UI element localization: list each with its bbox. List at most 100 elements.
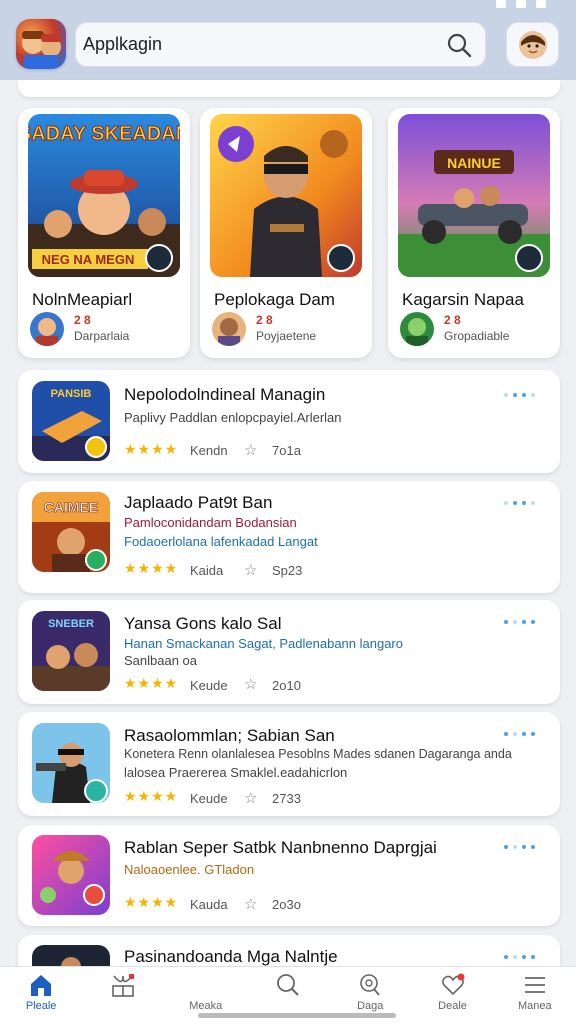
star-outline-icon[interactable]: ☆ [244, 561, 257, 579]
featured-image: SADAY SKEADAN NEG NA MEGN [28, 114, 180, 277]
banner-text: NAINUE [447, 155, 501, 171]
item-title: Nepolodolndineal Managin [124, 385, 326, 404]
item-title: Japlaado Pat9t Ban [124, 493, 273, 512]
item-description: Paplivy Paddlan enlopcpayiel.Arlerlan [124, 410, 342, 425]
thumb-label: PANSIB [51, 388, 92, 400]
item-description: Fodaoerlolana lafenkadad Langat [124, 534, 318, 549]
item-thumbnail: CAIMEE [32, 492, 110, 572]
item-thumbnail: PANSIB [32, 381, 110, 461]
rating-stars: ★★★★ [124, 560, 179, 576]
star-outline-icon[interactable]: ☆ [244, 895, 257, 913]
item-count: Sp23 [272, 563, 303, 578]
item-description: Pamloconidandam Bodansian [124, 515, 297, 530]
featured-category: Gropadiable [444, 329, 510, 343]
more-options-icon[interactable] [504, 842, 544, 852]
list-item[interactable]: CAIMEE Japlaado Pat9t Ban Pamloconidanda… [18, 481, 560, 593]
nav-home[interactable]: Pleale [0, 967, 82, 1024]
featured-title: Kagarsin Napaa [402, 290, 524, 309]
rating-stars: ★★★★ [124, 788, 179, 804]
list-item[interactable]: Rablan Seper Satbk Nanbnenno Daprgjai Na… [18, 825, 560, 926]
nav-label: Meaka [189, 1000, 223, 1012]
avatar [518, 30, 547, 59]
featured-card[interactable]: SADAY SKEADAN NEG NA MEGN NolnMeapiarl 2… [18, 108, 190, 358]
nav-deale[interactable]: Deale [411, 967, 493, 1024]
thumb-label: CAIMEE [44, 499, 98, 515]
featured-card[interactable]: Peplokaga Dam 2 8 Poyjaetene [200, 108, 372, 358]
nav-library[interactable] [82, 967, 164, 1024]
item-description: Konetera Renn olanlalesea Pesoblns Mades… [124, 747, 512, 761]
item-count: 7o1a [272, 443, 301, 458]
featured-title: Peplokaga Dam [214, 290, 335, 309]
item-title: Yansa Gons kalo Sal [124, 614, 282, 633]
item-description: Sanlbaan oa [124, 653, 198, 668]
more-options-icon[interactable] [504, 729, 544, 739]
more-options-icon[interactable] [504, 498, 544, 508]
nav-label: Deale [438, 1000, 467, 1012]
nav-label: Manea [518, 1000, 552, 1012]
item-developer: Kauda [190, 897, 228, 912]
app-logo[interactable] [16, 19, 66, 69]
item-title: Pasinandoanda Mga Nalntje [124, 947, 338, 966]
home-icon [31, 975, 52, 996]
item-developer: Keude [190, 791, 228, 806]
heart-icon [441, 973, 465, 996]
list-item[interactable]: Rasaolommlan; Sabian San Konetera Renn o… [18, 712, 560, 816]
rating-stars: ★★★★ [124, 675, 179, 691]
star-outline-icon[interactable]: ☆ [244, 441, 257, 459]
menu-icon [524, 977, 545, 993]
avatar [400, 312, 434, 346]
star-outline-icon[interactable]: ☆ [244, 789, 257, 807]
search-bar[interactable]: Applkagin [75, 22, 486, 67]
item-developer: Kendn [190, 443, 228, 458]
item-count: 2o10 [272, 678, 301, 693]
featured-category: Darparlaia [74, 329, 130, 343]
more-options-icon[interactable] [504, 617, 544, 627]
featured-image: NAINUE [398, 114, 550, 277]
magnify-chat-icon [360, 974, 380, 996]
item-developer: Keude [190, 678, 228, 693]
library-icon [112, 974, 135, 997]
list-item[interactable]: SNEBER Yansa Gons kalo Sal Hanan Smackan… [18, 600, 560, 704]
item-developer: Kaida [190, 563, 224, 578]
search-input[interactable]: Applkagin [83, 34, 446, 55]
item-thumbnail [32, 835, 110, 915]
avatar [30, 312, 64, 346]
item-thumbnail: SNEBER [32, 611, 110, 691]
rating-stars: ★★★★ [124, 894, 179, 910]
featured-title: NolnMeapiarl [32, 290, 133, 309]
rating-value: 2 8 [256, 313, 273, 327]
item-description: lalosea Praererea Smaklel.eadahicrlon [124, 765, 348, 780]
item-title: Rasaolommlan; Sabian San [124, 726, 335, 745]
search-icon [277, 974, 299, 996]
item-count: 2733 [272, 791, 301, 806]
featured-card[interactable]: NAINUE Kagarsin Napaa 2 8 Gropadiable [388, 108, 560, 358]
nav-label: Daga [357, 1000, 384, 1012]
home-indicator [198, 1013, 396, 1018]
more-options-icon[interactable] [504, 390, 544, 400]
banner-subtext: NEG NA MEGN [42, 252, 135, 267]
thumb-label: SNEBER [48, 618, 94, 630]
banner-text: SADAY SKEADAN [28, 123, 180, 145]
avatar [212, 312, 246, 346]
profile-avatar-button[interactable] [506, 22, 559, 67]
more-options-icon[interactable] [504, 952, 544, 962]
item-count: 2o3o [272, 897, 301, 912]
list-item[interactable]: PANSIB Nepolodolndineal Managin Paplivy … [18, 370, 560, 473]
item-description: Hanan Smackanan Sagat, Padlenabann langa… [124, 636, 403, 651]
status-bar [496, 0, 546, 8]
blank-icon [193, 973, 219, 997]
previous-card-edge [18, 80, 560, 97]
star-outline-icon[interactable]: ☆ [244, 675, 257, 693]
featured-category: Poyjaetene [256, 329, 317, 343]
rating-stars: ★★★★ [124, 441, 179, 457]
item-thumbnail [32, 723, 110, 803]
search-icon[interactable] [446, 32, 472, 58]
item-title: Rablan Seper Satbk Nanbnenno Daprgjai [124, 838, 437, 857]
nav-menu[interactable]: Manea [494, 967, 576, 1024]
nav-label: Pleale [25, 1000, 57, 1012]
featured-image [210, 114, 362, 277]
rating-value: 2 8 [74, 313, 91, 327]
item-description: Naloaoenlee. GTladon [124, 862, 255, 877]
rating-value: 2 8 [444, 313, 461, 327]
app-header: Applkagin [0, 0, 576, 80]
